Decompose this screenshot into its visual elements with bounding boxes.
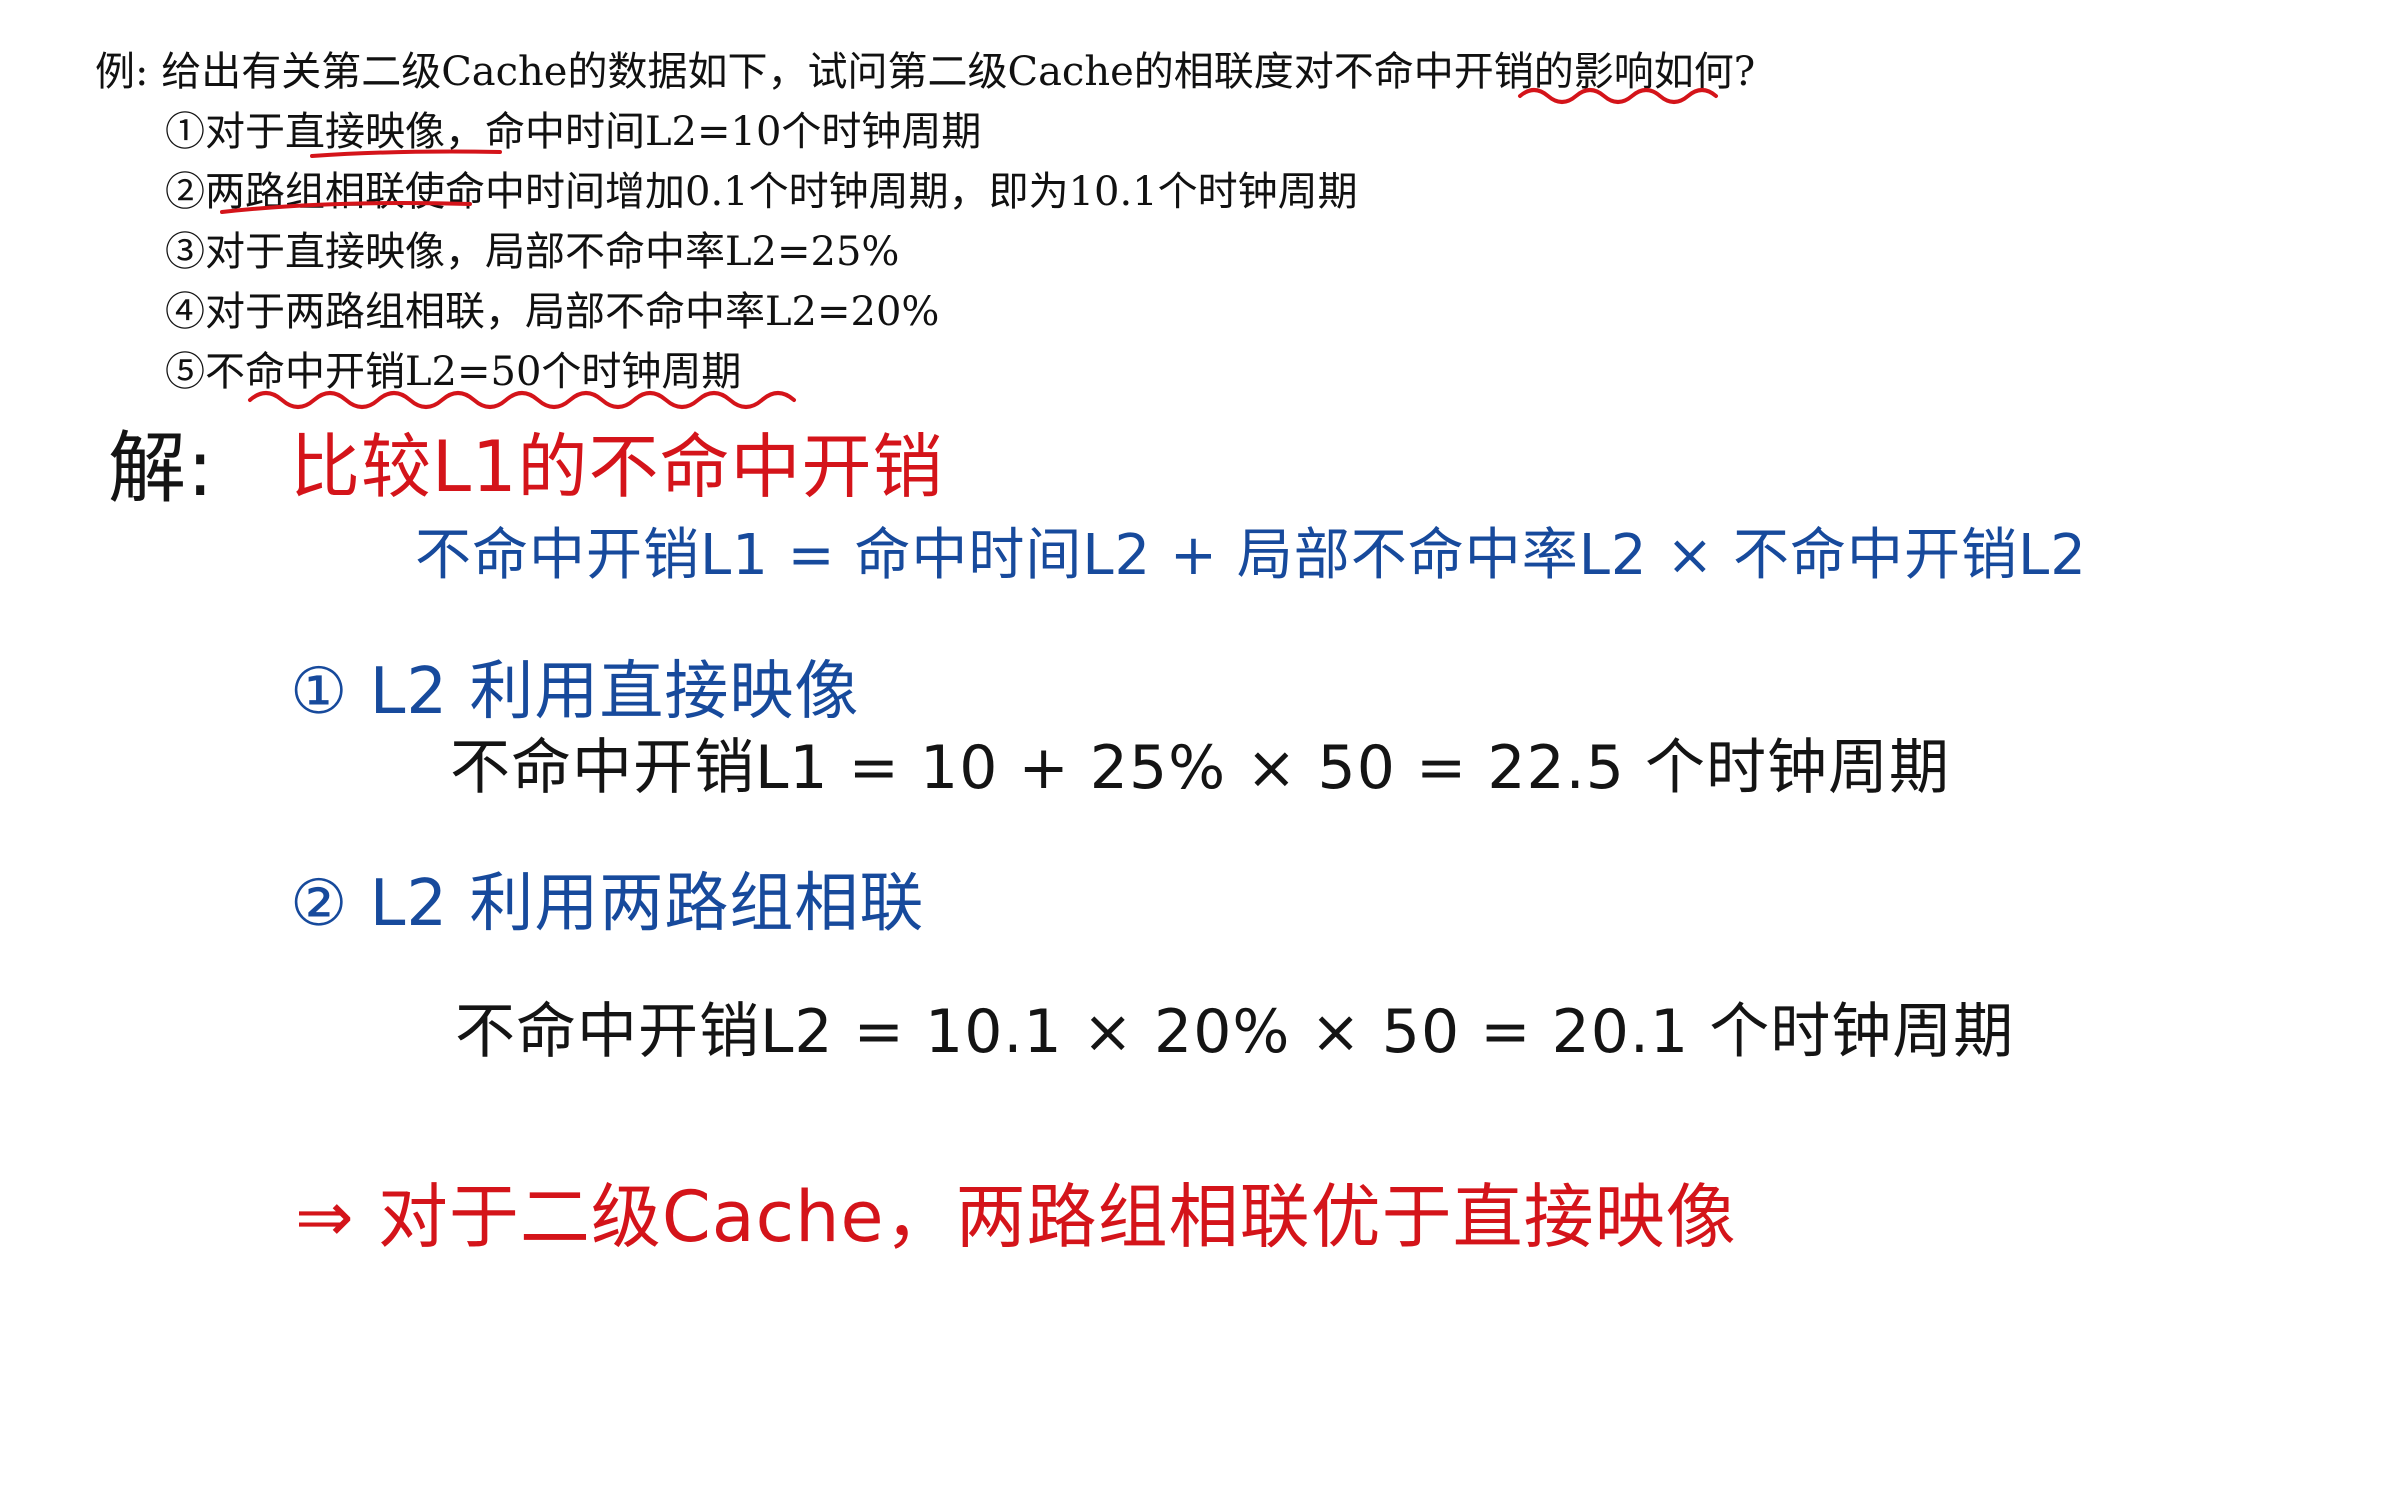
- wavy-underline-item-5: [248, 391, 796, 409]
- problem-item-5: ⑤不命中开销L2=50个时钟周期: [165, 349, 742, 395]
- problem-title: 例: 给出有关第二级Cache的数据如下，试问第二级Cache的相联度对不命中开…: [95, 49, 1756, 95]
- case1-title: ① L2 利用直接映像: [290, 655, 860, 729]
- case2-calculation: 不命中开销L2 = 10.1 × 20% × 50 = 20.1 个时钟周期: [455, 997, 2015, 1067]
- problem-item-4: ④对于两路组相联，局部不命中率L2=20%: [165, 289, 940, 335]
- problem-item-2: ②两路组相联使命中时间增加0.1个时钟周期，即为10.1个时钟周期: [165, 169, 1358, 215]
- problem-item-3: ③对于直接映像，局部不命中率L2=25%: [165, 229, 900, 275]
- problem-item-1: ①对于直接映像，命中时间L2=10个时钟周期: [165, 109, 982, 155]
- case2-title: ② L2 利用两路组相联: [290, 867, 925, 941]
- solution-label: 解:: [108, 424, 215, 514]
- conclusion: ⇒ 对于二级Cache，两路组相联优于直接映像: [295, 1176, 1737, 1258]
- solution-formula: 不命中开销L1 = 命中时间L2 + 局部不命中率L2 × 不命中开销L2: [415, 523, 2087, 588]
- case1-calculation: 不命中开销L1 = 10 + 25% × 50 = 22.5 个时钟周期: [450, 733, 1950, 803]
- solution-heading: 比较L1的不命中开销: [290, 426, 944, 508]
